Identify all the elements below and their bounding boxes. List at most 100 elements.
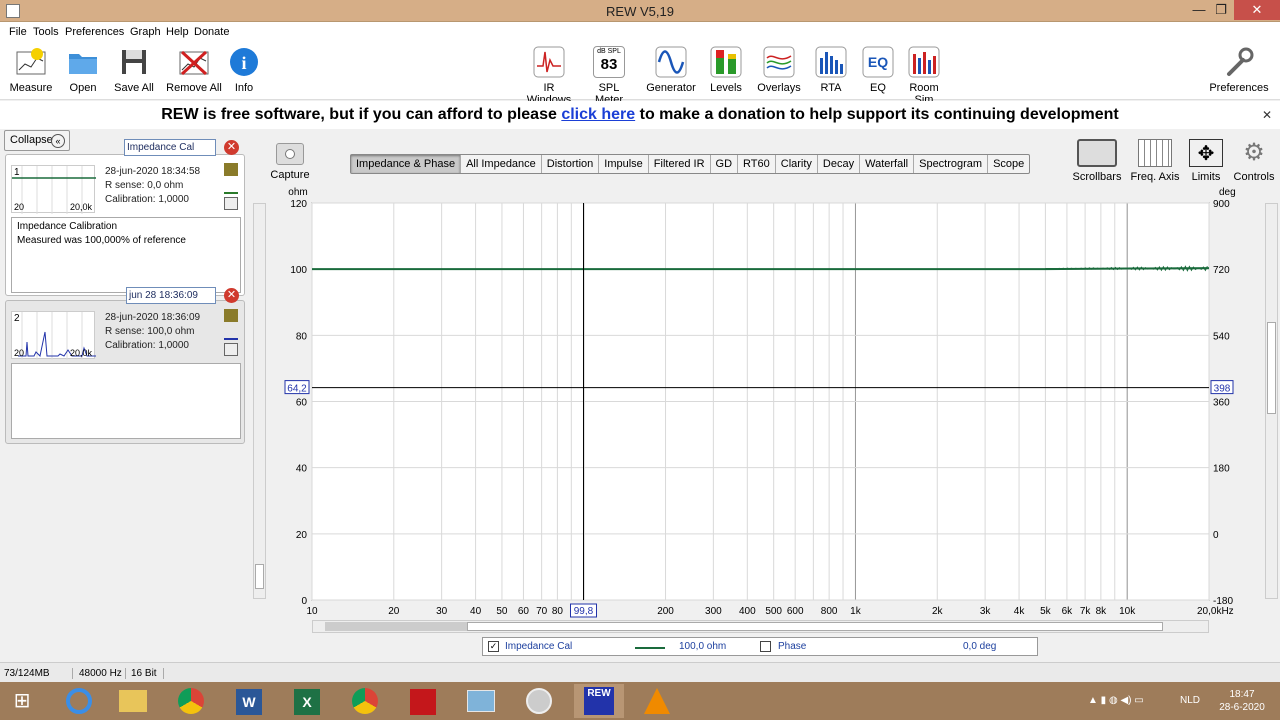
menu-file[interactable]: File <box>9 26 27 38</box>
clock[interactable]: 18:47 28-6-2020 <box>1212 682 1272 720</box>
info-button[interactable]: i Info <box>226 46 262 94</box>
banner-close-button[interactable]: ✕ <box>1262 101 1272 129</box>
tab-decay[interactable]: Decay <box>818 155 861 173</box>
memory-status: 73/124MB <box>4 668 50 679</box>
vlc-icon[interactable] <box>632 684 682 718</box>
eq-button[interactable]: EQ EQ <box>862 46 894 94</box>
y-axis-label: ohm <box>288 187 307 198</box>
tab-gd[interactable]: GD <box>711 155 739 173</box>
ir-windows-button[interactable]: IR Windows <box>520 46 578 106</box>
tab-rt60[interactable]: RT60 <box>738 155 776 173</box>
tab-scope[interactable]: Scope <box>988 155 1029 173</box>
windows-start-icon[interactable]: ⊞ <box>0 684 44 718</box>
x-tick-label: 500 <box>765 606 782 617</box>
generator-button[interactable]: Generator <box>646 46 696 94</box>
measurement-name-field[interactable]: jun 28 18:36:09 <box>126 287 216 304</box>
scroll-thumb[interactable] <box>255 564 264 589</box>
color-picker-icon[interactable] <box>224 309 238 322</box>
measurements-panel: Collapse « Impedance Cal ✕ 1 20 20,0k 28… <box>4 130 246 446</box>
internet-explorer-icon[interactable] <box>54 684 104 718</box>
x-tick-label: 20 <box>388 606 400 617</box>
color-picker-icon[interactable] <box>224 163 238 176</box>
pen-icon[interactable] <box>224 181 238 194</box>
spl-meter-button[interactable]: dB SPL 83 SPL Meter <box>584 46 634 106</box>
levels-button[interactable]: Levels <box>706 46 746 94</box>
measurement-notes[interactable]: Impedance Calibration Measured was 100,0… <box>11 217 241 293</box>
controls-button[interactable]: ⚙ Controls <box>1232 139 1276 183</box>
measurement-card-2[interactable]: jun 28 18:36:09 ✕ 2 20 20,0k 28-jun-2020… <box>5 287 245 444</box>
freq-axis-button[interactable]: Freq. Axis <box>1128 139 1182 183</box>
remove-icon <box>178 46 210 78</box>
tab-clarity[interactable]: Clarity <box>776 155 818 173</box>
menu-donate[interactable]: Donate <box>194 26 229 38</box>
menu-graph[interactable]: Graph <box>130 26 161 38</box>
measurement-card-1[interactable]: Impedance Cal ✕ 1 20 20,0k 28-jun-2020 1… <box>5 139 245 296</box>
y-tick-label: 120 <box>290 199 307 210</box>
limits-button[interactable]: ✥ Limits <box>1186 139 1226 183</box>
system-tray-icons[interactable]: ▲ ▮ ◍ ◀) ▭ <box>1088 682 1188 720</box>
measurement-thumbnail[interactable]: 1 20 20,0k <box>11 165 96 214</box>
word-icon[interactable]: W <box>224 684 274 718</box>
preferences-button[interactable]: Preferences <box>1208 46 1270 94</box>
menu-preferences[interactable]: Preferences <box>65 26 124 38</box>
y-tick-label: 60 <box>296 398 308 409</box>
room-sim-button[interactable]: Room Sim <box>900 46 948 106</box>
acrobat-icon[interactable] <box>398 684 448 718</box>
rew-app-icon[interactable]: REW <box>574 684 624 718</box>
chrome-icon[interactable] <box>166 684 216 718</box>
menu-help[interactable]: Help <box>166 26 189 38</box>
notes-icon[interactable] <box>224 343 238 356</box>
open-button[interactable]: Open <box>62 46 104 94</box>
info-icon: i <box>228 46 260 78</box>
x-tick-label: 300 <box>705 606 722 617</box>
tab-distortion[interactable]: Distortion <box>542 155 600 173</box>
y-tick-label: 80 <box>296 331 308 342</box>
right-vertical-scrollbar[interactable] <box>1265 203 1278 599</box>
capture-button[interactable]: Capture <box>270 143 310 181</box>
close-button[interactable]: ✕ <box>1234 0 1280 20</box>
collapse-button[interactable]: Collapse « <box>4 130 70 151</box>
tab-impulse[interactable]: Impulse <box>599 155 649 173</box>
measurement-thumbnail[interactable]: 2 20 20,0k <box>11 311 96 360</box>
preferences-label: Preferences <box>1209 82 1269 94</box>
chrome-icon[interactable] <box>340 684 390 718</box>
tab-spectrogram[interactable]: Spectrogram <box>914 155 989 173</box>
tab-filtered-ir[interactable]: Filtered IR <box>649 155 711 173</box>
rta-button[interactable]: RTA <box>814 46 848 94</box>
scroll-thumb[interactable] <box>1267 322 1276 414</box>
y-tick-label: 40 <box>296 464 308 475</box>
save-all-button[interactable]: Save All <box>110 46 158 94</box>
donation-link[interactable]: click here <box>561 106 635 123</box>
scroll-thumb[interactable] <box>467 622 1163 631</box>
scrollbars-button[interactable]: Scrollbars <box>1072 139 1122 183</box>
limits-icon: ✥ <box>1189 139 1223 167</box>
language-indicator[interactable]: NLD <box>1180 682 1200 720</box>
left-vertical-scrollbar[interactable] <box>253 203 266 599</box>
media-icon[interactable] <box>514 684 564 718</box>
overlays-button[interactable]: Overlays <box>756 46 802 94</box>
notes-icon[interactable] <box>224 197 238 210</box>
excel-icon[interactable]: X <box>282 684 332 718</box>
tab-all-impedance[interactable]: All Impedance <box>461 155 542 173</box>
measurement-notes[interactable] <box>11 363 241 439</box>
x-tick-label: 10 <box>306 606 318 617</box>
levels-icon <box>710 46 742 78</box>
pen-icon[interactable] <box>224 327 238 340</box>
y2-tick-label: 900 <box>1213 199 1230 210</box>
file-explorer-icon[interactable] <box>108 684 158 718</box>
measure-button[interactable]: Measure <box>8 46 54 94</box>
restore-button[interactable]: ❐ <box>1206 0 1236 20</box>
control-panel-icon[interactable] <box>456 684 506 718</box>
horizontal-scrollbar[interactable] <box>312 620 1209 633</box>
menu-tools[interactable]: Tools <box>33 26 59 38</box>
tab-impedance-phase[interactable]: Impedance & Phase <box>351 155 462 173</box>
series-visible-checkbox[interactable]: ✓ <box>488 641 499 652</box>
remove-measurement-icon[interactable]: ✕ <box>224 288 239 303</box>
remove-all-button[interactable]: Remove All <box>166 46 222 94</box>
remove-measurement-icon[interactable]: ✕ <box>224 140 239 155</box>
clock-date: 28-6-2020 <box>1219 702 1265 713</box>
y-tick-label: 20 <box>296 530 308 541</box>
tab-waterfall[interactable]: Waterfall <box>860 155 915 173</box>
measurement-name-field[interactable]: Impedance Cal <box>124 139 216 156</box>
phase-checkbox[interactable] <box>760 641 771 652</box>
